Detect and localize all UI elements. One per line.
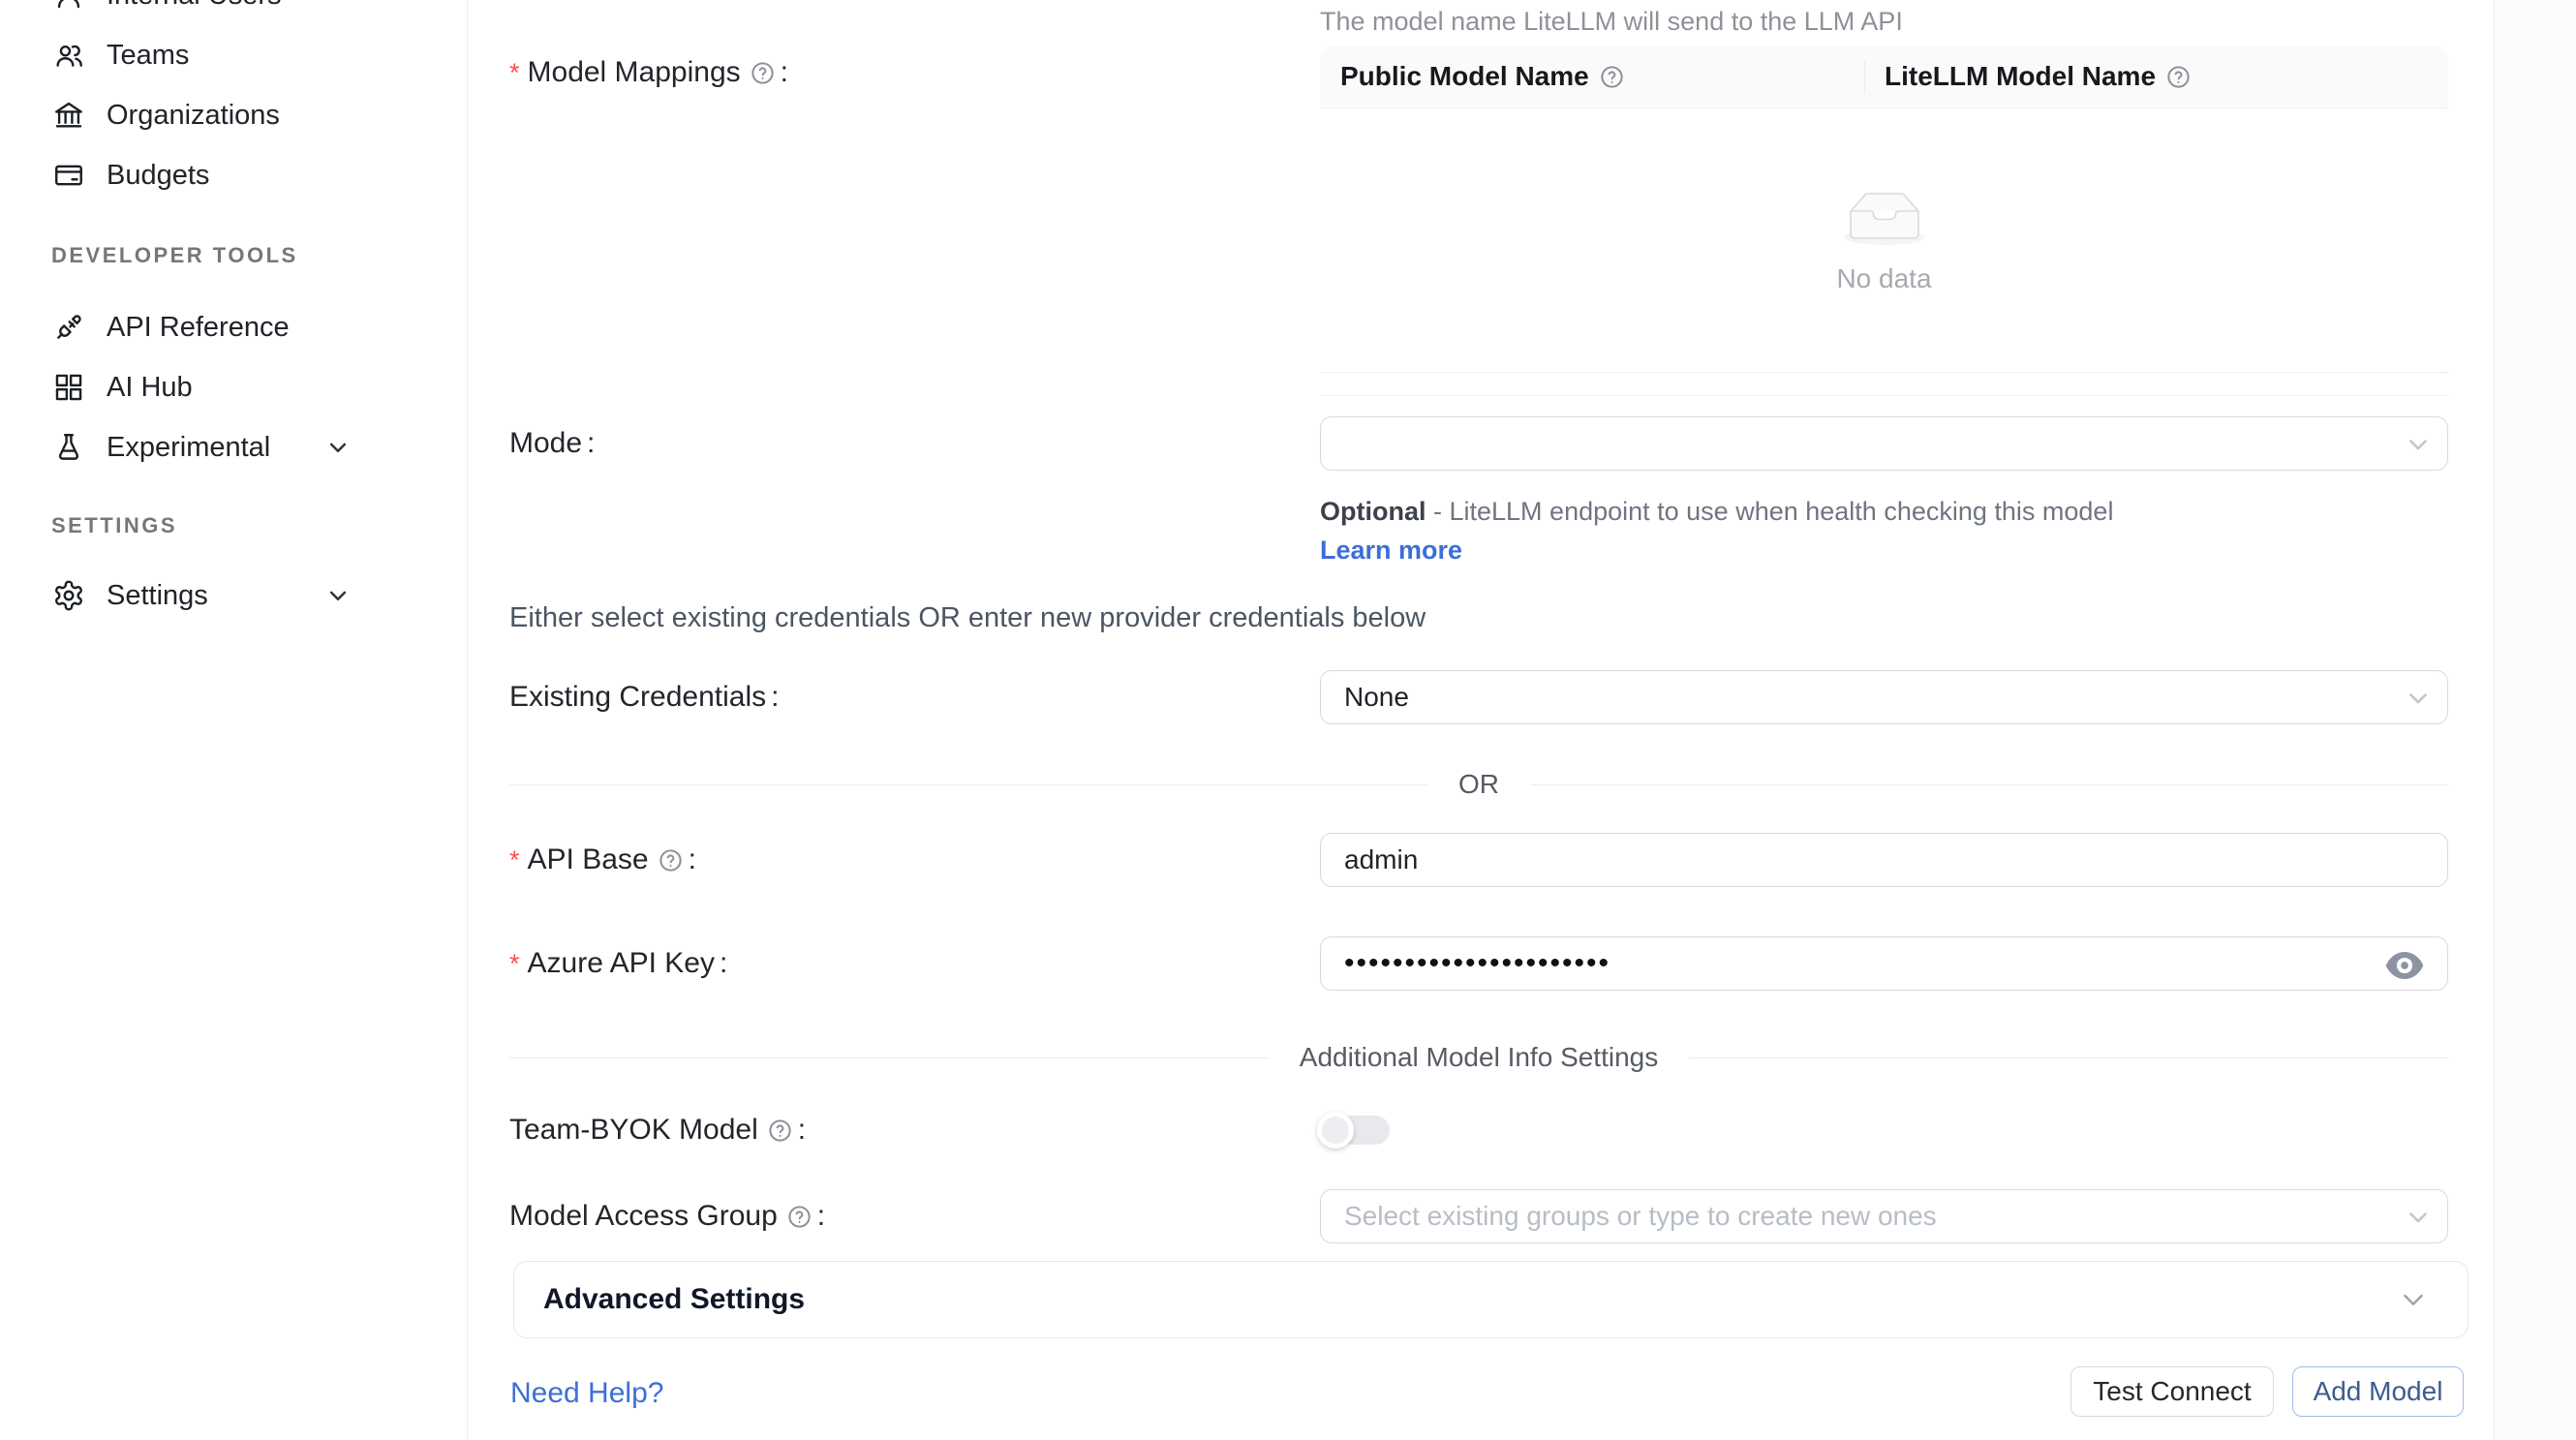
model-access-group-select[interactable]: Select existing groups or type to create… <box>1320 1189 2448 1243</box>
sidebar-item-api-reference[interactable]: API Reference <box>0 297 467 357</box>
learn-more-link[interactable]: Learn more <box>1320 536 1462 565</box>
team-byok-label: Team-BYOK Model : <box>509 1103 806 1157</box>
sidebar-item-label: Settings <box>107 580 208 612</box>
question-circle-icon[interactable] <box>1599 64 1625 90</box>
divider-line <box>509 1057 1269 1058</box>
sidebar-item-label: Budgets <box>107 160 209 192</box>
chevron-down-icon <box>323 581 353 610</box>
column-header-public-model-name: Public Model Name <box>1320 46 1864 107</box>
sidebar-item-label: Experimental <box>107 432 270 464</box>
question-circle-icon[interactable] <box>658 847 684 873</box>
sidebar: Internal Users Teams Organizations Budge… <box>0 0 468 1440</box>
need-help-link[interactable]: Need Help? <box>510 1377 663 1410</box>
sidebar-section-settings: SETTINGS <box>0 505 467 547</box>
content-right-edge <box>2494 0 2576 1440</box>
existing-credentials-select[interactable]: None <box>1320 670 2448 724</box>
gear-icon <box>52 579 85 612</box>
divider-line <box>1689 1057 2448 1058</box>
eye-icon[interactable] <box>2383 944 2426 987</box>
flask-icon <box>52 431 85 464</box>
or-divider-text: OR <box>1427 769 1530 800</box>
required-asterisk: * <box>509 58 520 88</box>
sidebar-item-internal-users[interactable]: Internal Users <box>0 0 467 25</box>
azure-api-key-masked-value: •••••••••••••••••••••• <box>1344 947 1610 980</box>
api-base-label: * API Base : <box>509 833 696 887</box>
add-model-button[interactable]: Add Model <box>2292 1366 2464 1417</box>
model-access-group-placeholder: Select existing groups or type to create… <box>1344 1201 1937 1232</box>
model-mappings-table: Public Model Name LiteLLM Model Name <box>1320 46 2448 396</box>
divider-line <box>509 784 1427 785</box>
existing-credentials-label: Existing Credentials: <box>509 670 779 724</box>
chevron-down-icon <box>2405 1204 2432 1231</box>
plug-icon <box>52 311 85 344</box>
azure-api-key-input[interactable]: •••••••••••••••••••••• <box>1320 936 2448 991</box>
existing-credentials-value: None <box>1344 682 1409 713</box>
credentials-note: Either select existing credentials OR en… <box>509 602 1426 634</box>
model-name-hint: The model name LiteLLM will send to the … <box>1320 4 2443 39</box>
empty-state-text: No data <box>1836 263 1931 294</box>
add-model-form: The model name LiteLLM will send to the … <box>468 0 2576 1440</box>
api-base-value: admin <box>1344 844 1418 875</box>
team-byok-toggle[interactable] <box>1320 1116 1390 1145</box>
grid-icon <box>52 371 85 404</box>
sidebar-item-label: Organizations <box>107 100 280 132</box>
model-access-group-label: Model Access Group : <box>509 1189 825 1243</box>
toggle-knob <box>1317 1112 1354 1149</box>
api-base-input[interactable]: admin <box>1320 833 2448 887</box>
question-circle-icon[interactable] <box>786 1204 813 1230</box>
user-icon <box>52 0 85 12</box>
additional-info-divider-text: Additional Model Info Settings <box>1269 1042 1689 1073</box>
advanced-settings-panel[interactable]: Advanced Settings <box>513 1261 2469 1338</box>
required-asterisk: * <box>509 845 520 875</box>
test-connect-button[interactable]: Test Connect <box>2070 1366 2274 1417</box>
empty-inbox-icon <box>1837 188 1932 248</box>
azure-api-key-label: * Azure API Key : <box>509 936 727 991</box>
chevron-down-icon <box>2405 431 2432 458</box>
or-divider: OR <box>509 763 2448 806</box>
users-icon <box>52 39 85 72</box>
sidebar-item-ai-hub[interactable]: AI Hub <box>0 357 467 417</box>
sidebar-item-teams[interactable]: Teams <box>0 25 467 85</box>
sidebar-item-organizations[interactable]: Organizations <box>0 85 467 145</box>
table-footer <box>1320 373 2448 396</box>
sidebar-section-developer-tools: DEVELOPER TOOLS <box>0 234 467 277</box>
column-header-litellm-model-name: LiteLLM Model Name <box>1864 46 2448 107</box>
chevron-down-icon <box>2398 1284 2429 1315</box>
sidebar-item-label: Teams <box>107 40 189 72</box>
mode-select[interactable] <box>1320 416 2448 471</box>
sidebar-item-label: Internal Users <box>107 0 282 12</box>
table-empty-state: No data <box>1320 108 2448 373</box>
form-actions: Test Connect Add Model <box>2070 1366 2464 1417</box>
advanced-settings-label: Advanced Settings <box>543 1283 805 1316</box>
question-circle-icon[interactable] <box>2165 64 2192 90</box>
wallet-icon <box>52 159 85 192</box>
sidebar-item-label: AI Hub <box>107 372 193 404</box>
sidebar-item-settings[interactable]: Settings <box>0 566 467 626</box>
chevron-down-icon <box>2405 685 2432 712</box>
sidebar-item-budgets[interactable]: Budgets <box>0 145 467 205</box>
mode-help-text: Optional - LiteLLM endpoint to use when … <box>1320 492 2124 569</box>
sidebar-item-label: API Reference <box>107 312 290 344</box>
add-model-page: Internal Users Teams Organizations Budge… <box>0 0 2576 1440</box>
question-circle-icon[interactable] <box>767 1118 793 1144</box>
additional-info-divider: Additional Model Info Settings <box>509 1036 2448 1079</box>
question-circle-icon[interactable] <box>750 60 776 86</box>
sidebar-item-experimental[interactable]: Experimental <box>0 417 467 477</box>
table-header: Public Model Name LiteLLM Model Name <box>1320 46 2448 108</box>
bank-icon <box>52 99 85 132</box>
chevron-down-icon <box>323 433 353 462</box>
model-mappings-label: * Model Mappings : <box>509 46 788 100</box>
mode-label: Mode: <box>509 416 595 471</box>
required-asterisk: * <box>509 949 520 979</box>
divider-line <box>1530 784 2448 785</box>
